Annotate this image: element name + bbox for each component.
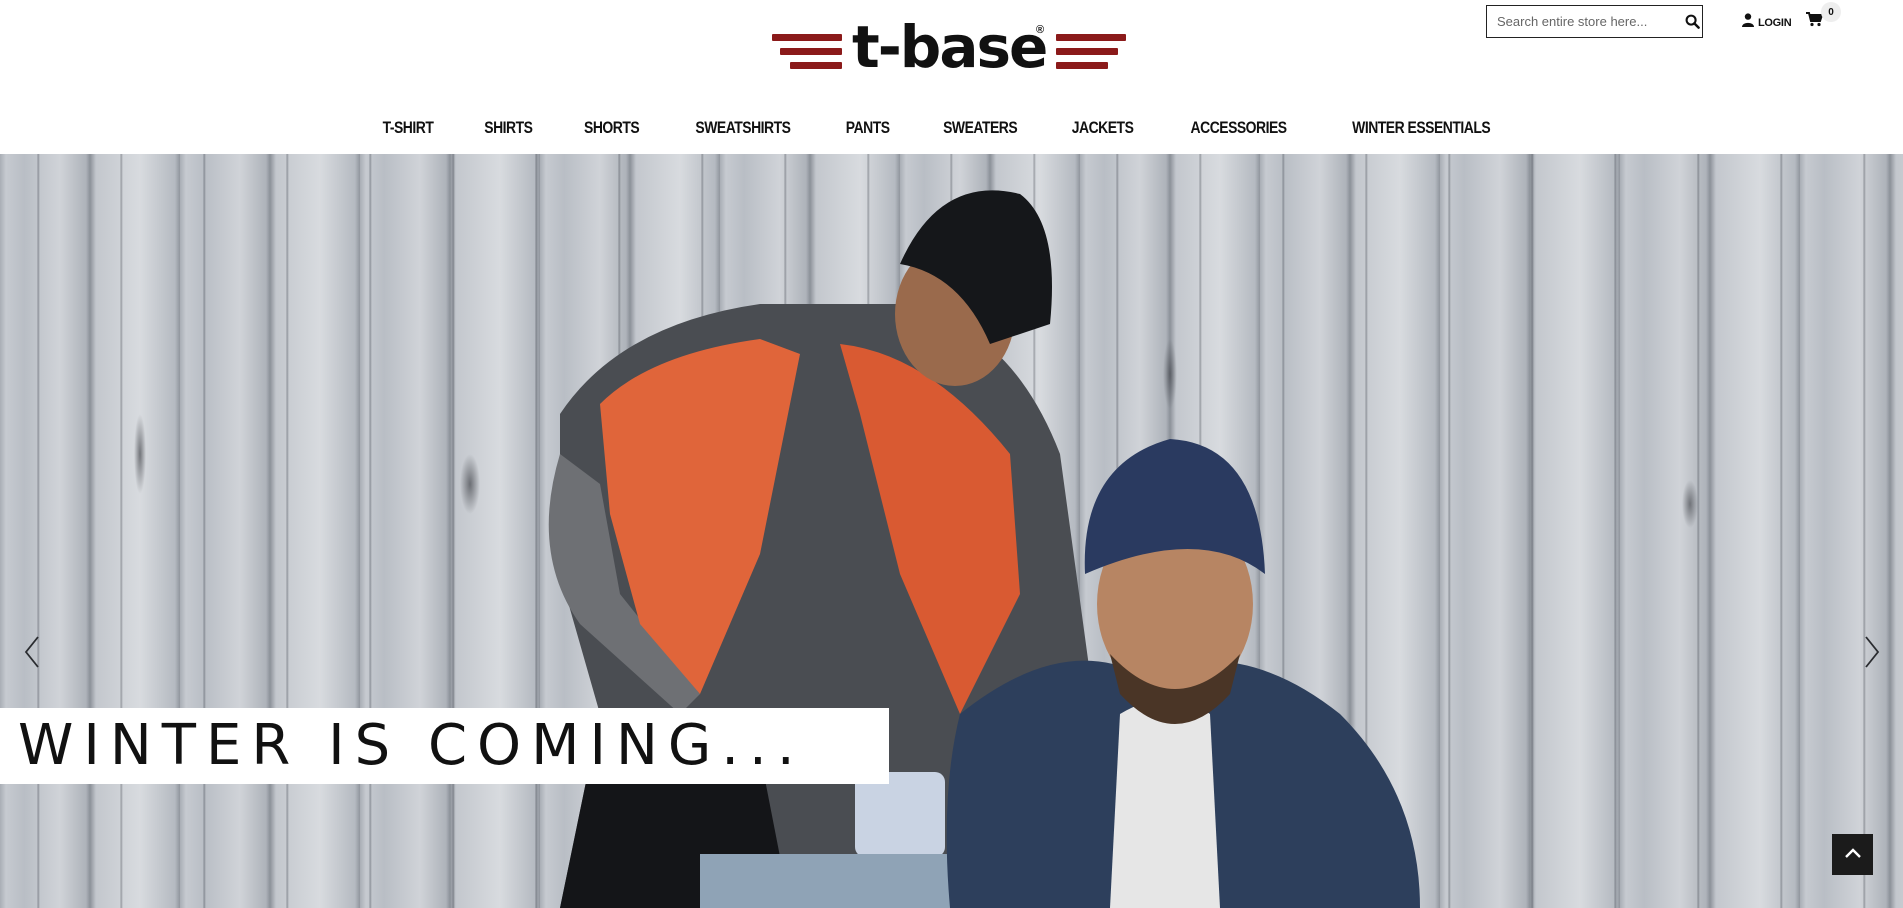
search-box xyxy=(1486,5,1703,38)
shopping-cart-icon xyxy=(1806,12,1824,32)
user-icon xyxy=(1742,13,1754,32)
login-link[interactable]: LOGIN xyxy=(1742,13,1792,32)
nav-item-pants[interactable]: PANTS xyxy=(846,118,890,142)
slider-next-button[interactable] xyxy=(1857,634,1887,674)
nav-item-sweatshirts[interactable]: SWEATSHIRTS xyxy=(696,118,792,142)
chevron-left-icon xyxy=(24,635,40,674)
site-logo[interactable]: t-base ® xyxy=(772,18,1132,80)
nav-item-shirts[interactable]: SHIRTS xyxy=(485,118,534,142)
chevron-up-icon xyxy=(1844,846,1862,864)
nav-item-sweaters[interactable]: SWEATERS xyxy=(943,118,1018,142)
logo-stripes-left xyxy=(772,33,842,69)
nav-item-winter-essentials[interactable]: WINTER ESSENTIALS xyxy=(1352,118,1491,142)
main-nav: T-SHIRT SHIRTS SHORTS SWEATSHIRTS PANTS … xyxy=(0,118,1903,142)
cart-count-badge: 0 xyxy=(1821,2,1841,22)
hero-models-image xyxy=(548,190,1420,908)
registered-mark: ® xyxy=(1036,24,1045,36)
search-input[interactable] xyxy=(1487,6,1683,37)
hero-slider: WINTER IS COMING... xyxy=(0,154,1903,908)
nav-item-jackets[interactable]: JACKETS xyxy=(1072,118,1134,142)
logo-wordmark: t-base xyxy=(852,13,1048,81)
hero-tagline: WINTER IS COMING... xyxy=(18,713,805,778)
back-to-top-button[interactable] xyxy=(1832,834,1873,875)
nav-item-accessories[interactable]: ACCESSORIES xyxy=(1191,118,1288,142)
search-icon[interactable] xyxy=(1683,6,1702,37)
slider-prev-button[interactable] xyxy=(17,634,47,674)
hero-tagline-band: WINTER IS COMING... xyxy=(0,708,889,784)
site-header: t-base ® LOGIN 0 T-SHIRT SHIRTS SHORTS S… xyxy=(0,0,1903,154)
chevron-right-icon xyxy=(1864,635,1880,674)
logo-stripes-right xyxy=(1056,33,1127,69)
cart-button[interactable]: 0 xyxy=(1806,2,1843,32)
nav-item-t-shirt[interactable]: T-SHIRT xyxy=(383,118,434,142)
nav-item-shorts[interactable]: SHORTS xyxy=(584,118,640,142)
login-label: LOGIN xyxy=(1758,16,1792,29)
